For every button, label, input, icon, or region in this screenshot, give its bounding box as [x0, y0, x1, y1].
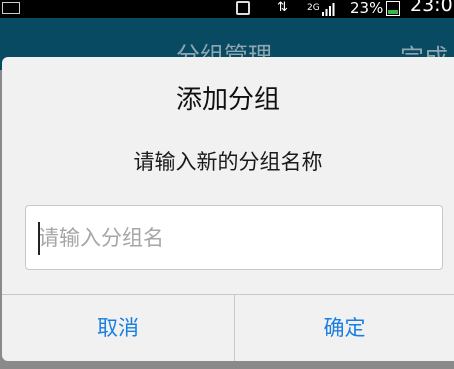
dialog-buttons: 取消 确定 [2, 294, 454, 361]
text-caret [38, 222, 40, 255]
dialog-title: 添加分组 [175, 85, 280, 115]
dialog-message: 请输入新的分组名称 [133, 150, 323, 174]
group-name-field[interactable] [25, 205, 443, 270]
data-transfer-icon: ⇅ [277, 0, 288, 15]
confirm-button[interactable]: 确定 [235, 295, 454, 361]
group-name-input[interactable] [26, 206, 442, 269]
battery-icon [386, 1, 400, 16]
network-type: 2G [307, 3, 320, 13]
signal-icon [322, 3, 335, 16]
add-group-dialog: 添加分组 请输入新的分组名称 取消 确定 [2, 57, 454, 361]
status-bar: ⇅ 2G 23% 23:0 [0, 0, 454, 18]
notification-icon [236, 1, 250, 15]
battery-percent: 23% [350, 0, 384, 17]
image-icon [2, 2, 20, 14]
cancel-button[interactable]: 取消 [2, 295, 234, 361]
clock: 23:0 [410, 0, 453, 16]
